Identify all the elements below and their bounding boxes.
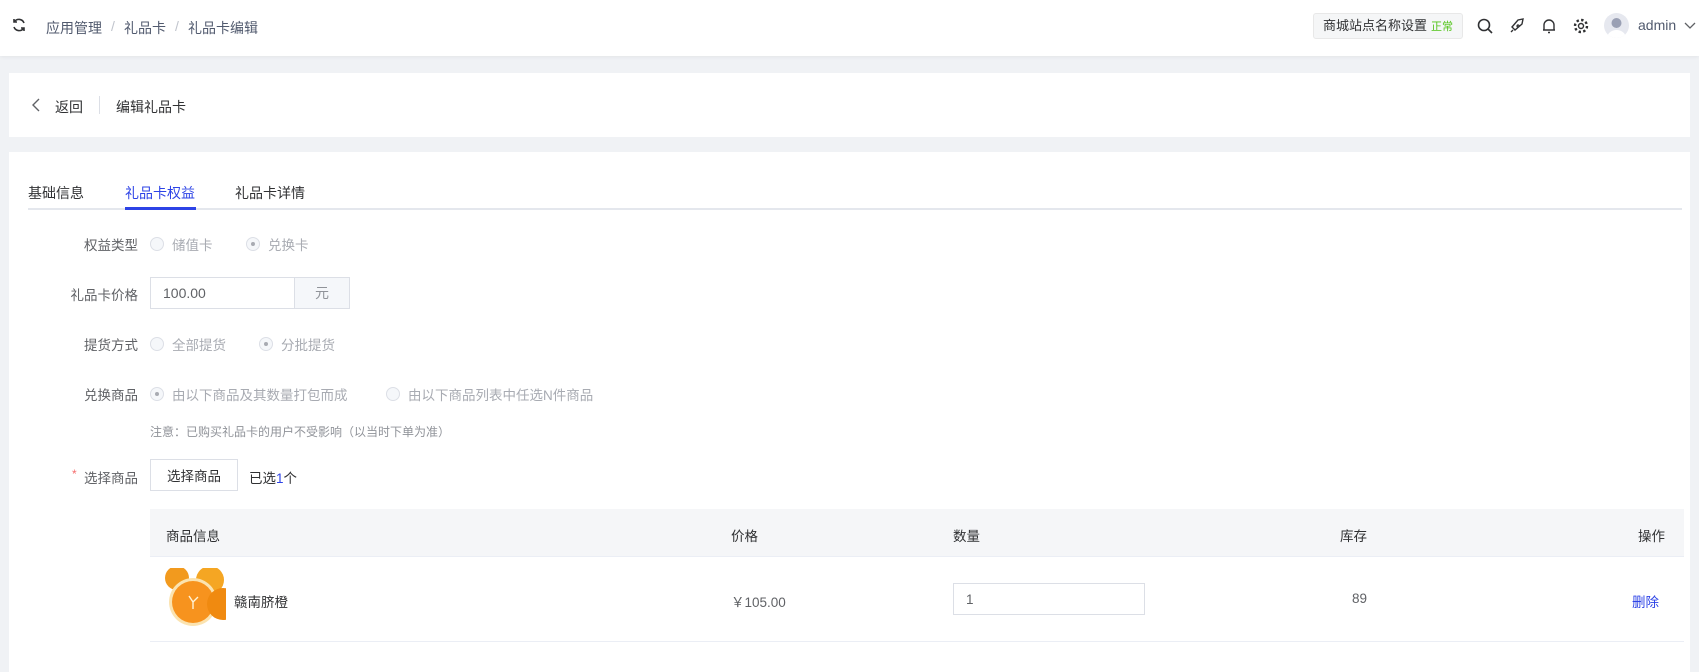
chevron-down-icon[interactable]	[1684, 22, 1696, 30]
radio-circle	[150, 237, 164, 251]
bell-icon[interactable]	[1540, 17, 1558, 35]
radio-circle	[259, 337, 273, 351]
breadcrumb-current: 礼品卡编辑	[188, 20, 258, 36]
user-name[interactable]: admin	[1638, 17, 1676, 33]
col-action: 操作	[1638, 529, 1665, 544]
radio-label: 由以下商品及其数量打包而成	[172, 388, 348, 403]
tab-card-details[interactable]: 礼品卡详情	[235, 183, 305, 203]
avatar[interactable]	[1604, 13, 1629, 38]
active-tab-indicator	[125, 207, 196, 210]
radio-exchange[interactable]: 兑换卡	[246, 234, 309, 254]
col-stock: 库存	[1340, 529, 1367, 544]
radio-stored-value[interactable]: 储值卡	[150, 234, 213, 254]
divider	[99, 96, 100, 114]
product-image	[165, 568, 226, 630]
site-status: 正常	[1431, 21, 1454, 33]
delete-link[interactable]: 删除	[1632, 591, 1659, 611]
select-goods-button[interactable]: 选择商品	[150, 459, 238, 491]
col-quantity: 数量	[953, 529, 980, 544]
product-stock: 89	[1352, 591, 1368, 606]
radio-label: 分批提货	[281, 338, 335, 353]
col-goods-info: 商品信息	[166, 529, 220, 544]
product-name: 赣南脐橙	[234, 595, 288, 610]
radio-label: 储值卡	[172, 238, 213, 253]
radio-circle	[386, 387, 400, 401]
unit-label: 元	[315, 285, 329, 301]
site-name: 商城站点名称设置	[1323, 18, 1428, 33]
exchange-note: 注意：已购买礼品卡的用户不受影响（以当时下单为准）	[150, 425, 451, 439]
benefit-type-label: 权益类型	[84, 238, 138, 253]
quantity-value: 1	[966, 591, 974, 607]
radio-batch-delivery[interactable]: 分批提货	[259, 334, 335, 354]
radio-full-delivery[interactable]: 全部提货	[150, 334, 226, 354]
back-arrow-icon[interactable]	[31, 98, 41, 112]
back-link[interactable]: 返回	[55, 97, 83, 117]
radio-circle	[150, 337, 164, 351]
price-unit: 元	[295, 277, 350, 309]
user-avatar-icon	[1607, 18, 1626, 38]
button-label: 选择商品	[167, 469, 221, 484]
selected-count: 已选1个	[249, 467, 297, 487]
radio-label: 由以下商品列表中任选N件商品	[408, 388, 594, 403]
exchange-goods-label: 兑换商品	[84, 388, 138, 403]
quantity-input[interactable]: 1	[953, 583, 1145, 615]
tab-divider	[28, 208, 1682, 210]
selected-prefix: 已选	[249, 471, 276, 486]
product-price: ￥105.00	[731, 595, 786, 610]
selected-suffix: 个	[283, 471, 298, 486]
breadcrumb-item[interactable]: 礼品卡	[124, 18, 166, 38]
search-icon[interactable]	[1476, 17, 1494, 35]
delivery-label: 提货方式	[84, 338, 138, 353]
price-label: 礼品卡价格	[70, 288, 139, 303]
rocket-icon[interactable]	[1508, 17, 1526, 35]
col-price: 价格	[731, 529, 758, 544]
site-settings-button[interactable]: 商城站点名称设置 正常	[1313, 13, 1464, 39]
page-title: 编辑礼品卡	[116, 99, 186, 115]
refresh-icon[interactable]	[11, 17, 27, 33]
price-input[interactable]: 100.00	[150, 277, 295, 309]
radio-bundle[interactable]: 由以下商品及其数量打包而成	[150, 384, 348, 404]
select-goods-label: 选择商品	[84, 471, 138, 486]
selected-number: 1	[276, 471, 284, 486]
page-header-card	[9, 73, 1690, 137]
price-value: 100.00	[163, 285, 206, 301]
radio-circle	[150, 387, 164, 401]
breadcrumb-separator: /	[175, 18, 179, 34]
radio-choose-n[interactable]: 由以下商品列表中任选N件商品	[386, 384, 593, 404]
radio-label: 兑换卡	[268, 238, 309, 253]
settings-gear-icon[interactable]	[1572, 17, 1590, 35]
breadcrumb-item[interactable]: 应用管理	[46, 18, 102, 38]
breadcrumb-separator: /	[111, 18, 115, 34]
tab-basic-info[interactable]: 基础信息	[28, 183, 84, 203]
tab-card-benefits[interactable]: 礼品卡权益	[125, 183, 195, 203]
table-header	[150, 509, 1684, 557]
radio-circle	[246, 237, 260, 251]
radio-label: 全部提货	[172, 338, 226, 353]
table-row	[150, 557, 1684, 642]
